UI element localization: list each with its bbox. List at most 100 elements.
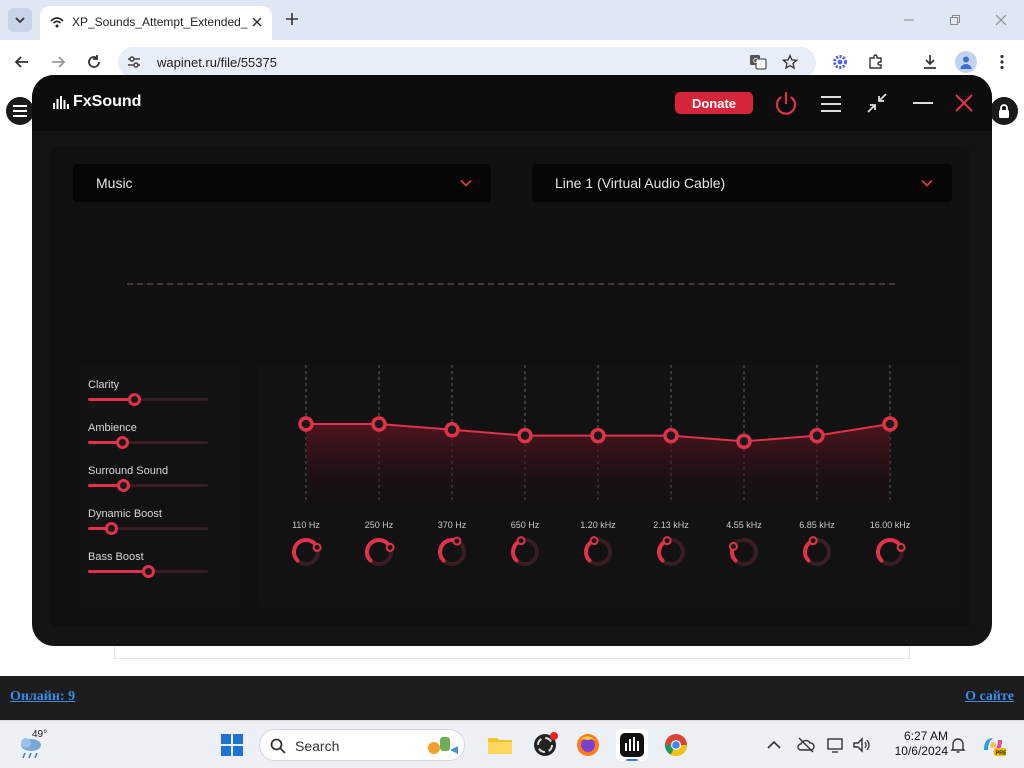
fx-close-button[interactable] (953, 92, 975, 114)
chevron-down-icon (921, 179, 933, 187)
bell-icon (950, 738, 966, 753)
eq-band-knob[interactable] (728, 538, 758, 566)
window-restore-button[interactable] (944, 10, 966, 30)
obs-taskbar-button[interactable] (529, 729, 561, 761)
system-clock[interactable]: 6:27 AM 10/6/2024 (880, 729, 948, 759)
effect-label: Dynamic Boost (88, 508, 162, 520)
chrome-icon (665, 734, 687, 756)
back-button[interactable] (12, 52, 32, 72)
downloads-button[interactable] (920, 52, 940, 72)
slider-handle[interactable] (127, 393, 141, 406)
network-tray-icon[interactable] (796, 735, 816, 755)
browser-menu-button[interactable] (992, 52, 1012, 72)
slider-fill (88, 398, 134, 401)
fxsound-taskbar-button[interactable] (616, 729, 648, 761)
effect-slider-ambience[interactable]: Ambience (88, 422, 218, 456)
eq-band-handle[interactable] (517, 427, 533, 444)
copilot-button[interactable]: PRE (980, 732, 1007, 758)
eq-band-knob[interactable] (292, 538, 322, 566)
taskbar-search-box[interactable]: Search (259, 729, 465, 761)
new-tab-button[interactable] (282, 9, 302, 29)
clock-date: 10/6/2024 (894, 744, 948, 758)
tab-search-button[interactable] (8, 8, 32, 32)
volume-tray-icon[interactable] (852, 735, 872, 755)
eq-band-knob[interactable] (657, 536, 685, 566)
translate-button[interactable]: G (748, 52, 768, 72)
window-minimize-button[interactable] (898, 10, 920, 30)
fx-menu-button[interactable] (819, 93, 843, 115)
slider-handle[interactable] (104, 522, 118, 535)
wifi-favicon-icon (50, 17, 64, 28)
windows-logo-icon (221, 734, 243, 756)
page-menu-button[interactable] (6, 97, 34, 125)
file-explorer-taskbar-button[interactable] (484, 729, 516, 761)
fxsound-window: FxSound Donate Music Line 1 (Virtual Aud… (32, 75, 992, 646)
slider-track[interactable] (88, 393, 208, 406)
eq-band-knob[interactable] (438, 536, 466, 566)
slider-track[interactable] (88, 479, 208, 492)
browser-tab-active[interactable]: XP_Sounds_Attempt_Extended_ (40, 6, 272, 40)
start-button[interactable] (220, 733, 244, 757)
eq-band-handle[interactable] (663, 427, 679, 444)
effect-slider-surround-sound[interactable]: Surround Sound (88, 465, 218, 499)
online-count-link[interactable]: Онлайн: 9 (10, 689, 75, 705)
show-hidden-icons-button[interactable] (764, 735, 784, 755)
output-device-dropdown[interactable]: Line 1 (Virtual Audio Cable) (532, 164, 952, 202)
about-site-link[interactable]: О сайте (965, 689, 1014, 705)
effect-slider-bass-boost[interactable]: Bass Boost (88, 551, 218, 585)
output-device-value: Line 1 (Virtual Audio Cable) (555, 175, 726, 191)
chevron-down-icon (15, 17, 25, 24)
eq-band-handle[interactable] (590, 427, 606, 444)
eq-band-knob[interactable] (365, 538, 395, 566)
slider-track[interactable] (88, 436, 208, 449)
compact-mode-button[interactable] (866, 92, 888, 114)
preset-dropdown[interactable]: Music (73, 164, 491, 202)
address-bar[interactable]: wapinet.ru/file/55375 G (118, 47, 816, 78)
profile-avatar[interactable] (955, 51, 977, 73)
page-lock-button[interactable] (990, 97, 1018, 125)
forward-button[interactable] (48, 52, 68, 72)
effect-slider-clarity[interactable]: Clarity (88, 379, 218, 413)
chevron-down-icon (460, 179, 472, 187)
eq-band-label: 110 Hz (292, 520, 320, 530)
eq-band-handle[interactable] (882, 416, 898, 432)
slider-track[interactable] (88, 522, 208, 535)
eq-band-label: 1.20 kHz (580, 520, 616, 530)
search-icon (270, 738, 286, 754)
effect-slider-dynamic-boost[interactable]: Dynamic Boost (88, 508, 218, 542)
firefox-icon (577, 734, 599, 756)
eq-band-handle[interactable] (809, 427, 825, 444)
slider-handle[interactable] (115, 436, 129, 449)
window-close-button[interactable] (990, 10, 1012, 30)
svg-text:G: G (753, 58, 758, 65)
extensions-button[interactable] (866, 52, 886, 72)
notifications-button[interactable] (948, 735, 968, 755)
slider-handle[interactable] (116, 479, 130, 492)
eq-band-knob[interactable] (511, 536, 539, 566)
eq-band-knob[interactable] (876, 538, 906, 566)
eq-band-knob[interactable] (584, 536, 612, 566)
slider-handle[interactable] (142, 565, 155, 578)
firefox-taskbar-button[interactable] (572, 729, 604, 761)
copilot-icon: PRE (984, 738, 1007, 757)
sound-bars-icon (53, 95, 69, 109)
donate-button[interactable]: Donate (675, 92, 753, 114)
close-icon (995, 14, 1007, 26)
star-icon (782, 54, 798, 70)
power-button[interactable] (772, 90, 800, 118)
site-info-button[interactable] (124, 52, 144, 72)
slider-track[interactable] (88, 565, 208, 578)
eq-band-handle[interactable] (371, 416, 387, 432)
eq-band-knob[interactable] (803, 536, 831, 566)
eq-band-handle[interactable] (736, 433, 752, 450)
eq-band-handle[interactable] (444, 422, 460, 438)
chrome-taskbar-button[interactable] (660, 729, 692, 761)
fx-minimize-button[interactable] (912, 92, 934, 114)
fxsound-header: FxSound Donate (32, 75, 992, 131)
extension-gear-button[interactable] (830, 52, 850, 72)
bookmark-star-button[interactable] (780, 52, 800, 72)
display-tray-icon[interactable] (826, 735, 846, 755)
eq-band-handle[interactable] (298, 416, 314, 432)
tab-close-button[interactable] (248, 13, 266, 31)
reload-button[interactable] (84, 52, 104, 72)
